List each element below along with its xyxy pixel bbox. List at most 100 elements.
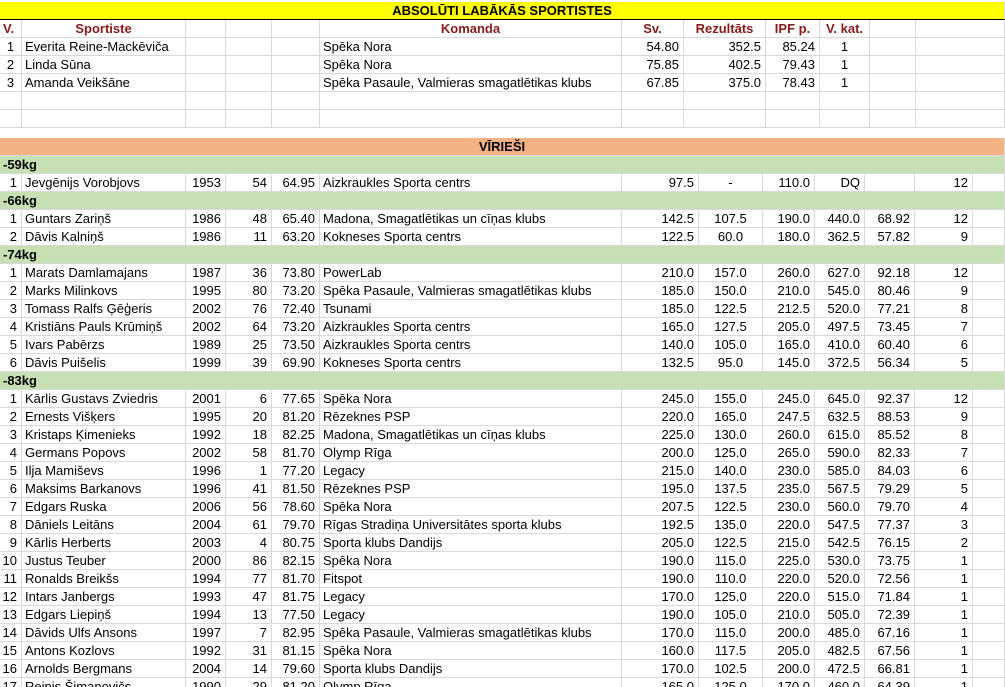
men-year-cell[interactable]: 1994 (186, 606, 226, 624)
men-total-cell[interactable]: 520.0 (815, 300, 865, 318)
men-team-cell[interactable]: Fitspot (320, 570, 622, 588)
men-year-cell[interactable]: 2000 (186, 552, 226, 570)
men-team-cell[interactable]: Spēka Nora (320, 642, 622, 660)
men-dl-cell[interactable]: 180.0 (763, 228, 815, 246)
empty-cell[interactable] (973, 408, 1005, 426)
men-bw-cell[interactable]: 73.80 (272, 264, 320, 282)
men-ipf-cell[interactable]: 77.21 (865, 300, 915, 318)
men-bw-cell[interactable]: 79.70 (272, 516, 320, 534)
men-team-cell[interactable]: Olymp Rīga (320, 444, 622, 462)
men-year-cell[interactable]: 1990 (186, 678, 226, 687)
men-sq-cell[interactable]: 192.5 (622, 516, 699, 534)
men-ipf-cell[interactable]: 80.46 (865, 282, 915, 300)
men-pts-cell[interactable]: 1 (915, 624, 973, 642)
men-year-cell[interactable]: 1999 (186, 354, 226, 372)
men-pts-cell[interactable]: 1 (915, 678, 973, 687)
men-bw-cell[interactable]: 81.70 (272, 570, 320, 588)
men-total-cell[interactable]: 560.0 (815, 498, 865, 516)
empty-cell[interactable] (870, 56, 916, 74)
header-ipf[interactable]: IPF p. (766, 20, 820, 38)
men-year-cell[interactable]: 2001 (186, 390, 226, 408)
empty-cell[interactable] (766, 92, 820, 110)
empty-cell[interactable] (870, 110, 916, 128)
empty-cell[interactable] (916, 92, 1005, 110)
men-team-cell[interactable]: Spēka Pasaule, Valmieras smagatlētikas k… (320, 624, 622, 642)
men-year-cell[interactable]: 1993 (186, 588, 226, 606)
men-name-cell[interactable]: Kristiāns Pauls Krūmiņš (22, 318, 186, 336)
empty-cell[interactable] (973, 174, 1005, 192)
men-year-cell[interactable]: 2004 (186, 660, 226, 678)
men-lot-cell[interactable]: 11 (226, 228, 272, 246)
men-team-cell[interactable]: PowerLab (320, 264, 622, 282)
men-place-cell[interactable]: 2 (0, 408, 22, 426)
men-lot-cell[interactable]: 1 (226, 462, 272, 480)
men-bp-cell[interactable]: 110.0 (699, 570, 763, 588)
men-bw-cell[interactable]: 72.40 (272, 300, 320, 318)
empty-cell[interactable] (186, 38, 226, 56)
men-pts-cell[interactable]: 9 (915, 228, 973, 246)
men-lot-cell[interactable]: 54 (226, 174, 272, 192)
men-name-cell[interactable]: Edgars Liepiņš (22, 606, 186, 624)
men-dl-cell[interactable]: 260.0 (763, 264, 815, 282)
men-sq-cell[interactable]: 245.0 (622, 390, 699, 408)
empty-cell[interactable] (226, 92, 272, 110)
men-bw-cell[interactable]: 77.50 (272, 606, 320, 624)
men-pts-cell[interactable]: 12 (915, 174, 973, 192)
men-sq-cell[interactable]: 185.0 (622, 300, 699, 318)
women-result-cell[interactable]: 352.5 (684, 38, 766, 56)
men-place-cell[interactable]: 16 (0, 660, 22, 678)
men-bp-cell[interactable]: 150.0 (699, 282, 763, 300)
men-total-cell[interactable]: 520.0 (815, 570, 865, 588)
empty-cell[interactable] (973, 606, 1005, 624)
women-name-cell[interactable]: Everita Reine-Mackēviča (22, 38, 186, 56)
men-bw-cell[interactable]: 81.20 (272, 678, 320, 687)
women-name-cell[interactable]: Linda Sūna (22, 56, 186, 74)
men-lot-cell[interactable]: 86 (226, 552, 272, 570)
men-ipf-cell[interactable]: 92.18 (865, 264, 915, 282)
men-year-cell[interactable]: 1997 (186, 624, 226, 642)
men-total-cell[interactable]: 590.0 (815, 444, 865, 462)
men-bp-cell[interactable]: 125.0 (699, 678, 763, 687)
men-ipf-cell[interactable]: 60.40 (865, 336, 915, 354)
men-bp-cell[interactable]: 140.0 (699, 462, 763, 480)
women-bw-cell[interactable]: 67.85 (622, 74, 684, 92)
header-empty[interactable] (226, 20, 272, 38)
empty-cell[interactable] (973, 588, 1005, 606)
men-name-cell[interactable]: Antons Kozlovs (22, 642, 186, 660)
men-name-cell[interactable]: Maksims Barkanovs (22, 480, 186, 498)
men-total-cell[interactable]: 530.0 (815, 552, 865, 570)
men-place-cell[interactable]: 15 (0, 642, 22, 660)
men-total-cell[interactable]: 542.5 (815, 534, 865, 552)
men-team-cell[interactable]: Tsunami (320, 300, 622, 318)
men-total-cell[interactable]: 497.5 (815, 318, 865, 336)
men-year-cell[interactable]: 1992 (186, 426, 226, 444)
empty-cell[interactable] (916, 56, 1005, 74)
men-ipf-cell[interactable]: 68.92 (865, 210, 915, 228)
men-team-cell[interactable]: Spēka Nora (320, 390, 622, 408)
men-year-cell[interactable]: 1994 (186, 570, 226, 588)
men-place-cell[interactable]: 1 (0, 210, 22, 228)
men-total-cell[interactable]: 362.5 (815, 228, 865, 246)
empty-cell[interactable] (226, 74, 272, 92)
men-place-cell[interactable]: 1 (0, 264, 22, 282)
empty-cell[interactable] (186, 56, 226, 74)
men-name-cell[interactable]: Ronalds Breikšs (22, 570, 186, 588)
men-place-cell[interactable]: 4 (0, 444, 22, 462)
empty-cell[interactable] (973, 570, 1005, 588)
empty-cell[interactable] (766, 110, 820, 128)
men-year-cell[interactable]: 2003 (186, 534, 226, 552)
empty-cell[interactable] (973, 426, 1005, 444)
women-name-cell[interactable]: Amanda Veikšāne (22, 74, 186, 92)
men-bp-cell[interactable]: 125.0 (699, 588, 763, 606)
men-place-cell[interactable]: 9 (0, 534, 22, 552)
men-year-cell[interactable]: 2006 (186, 498, 226, 516)
men-name-cell[interactable]: Dāvids Ulfs Ansons (22, 624, 186, 642)
men-team-cell[interactable]: Sporta klubs Dandijs (320, 534, 622, 552)
men-sq-cell[interactable]: 165.0 (622, 678, 699, 687)
men-name-cell[interactable]: Ivars Pabērzs (22, 336, 186, 354)
men-year-cell[interactable]: 2004 (186, 516, 226, 534)
men-name-cell[interactable]: Kārlis Herberts (22, 534, 186, 552)
empty-cell[interactable] (973, 552, 1005, 570)
men-place-cell[interactable]: 5 (0, 336, 22, 354)
men-ipf-cell[interactable]: 71.84 (865, 588, 915, 606)
